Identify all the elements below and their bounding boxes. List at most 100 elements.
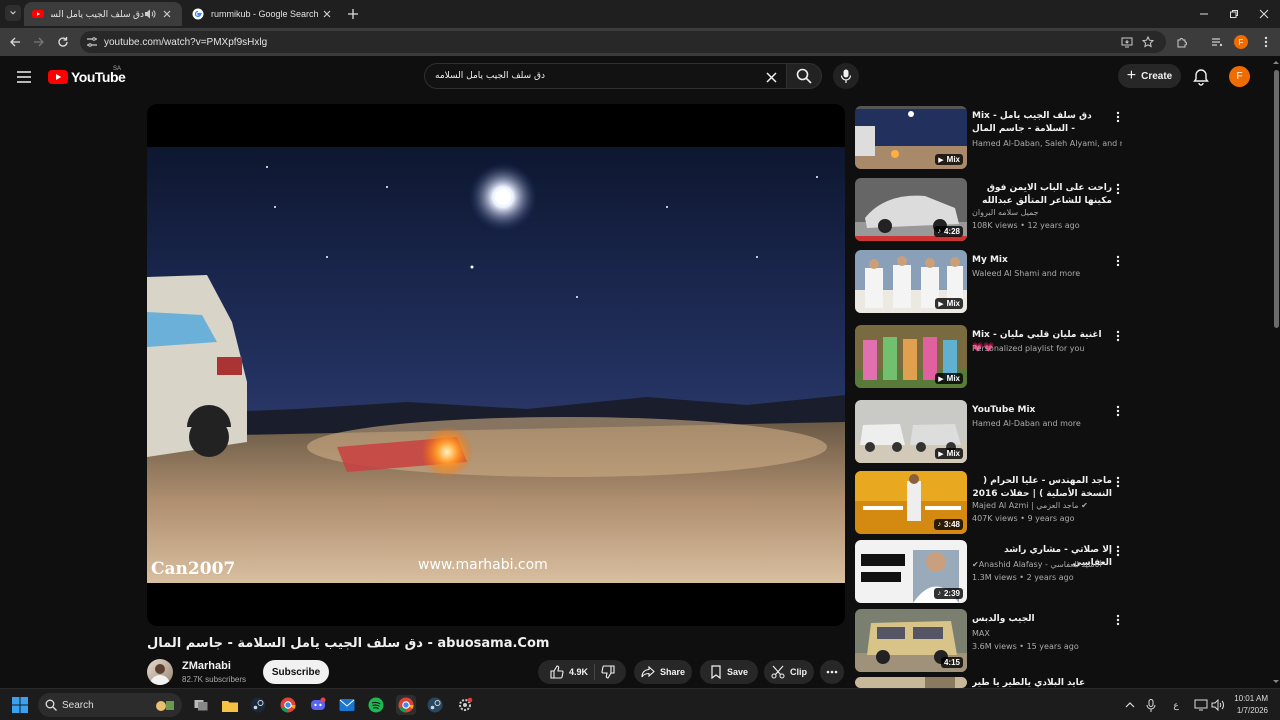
channel-name[interactable]: ZMarhabi <box>182 660 231 672</box>
system-clock[interactable]: 10:01 AM 1/7/2026 <box>1228 693 1268 717</box>
like-dislike-pill: 4.9K <box>538 660 626 684</box>
save-button[interactable]: Save <box>700 660 758 684</box>
dislike-button[interactable] <box>595 660 621 684</box>
list-item[interactable]: ♪ 2:39 إلا صلاتي - مشاري راشد العفاسي ✔An… <box>855 540 1127 606</box>
account-avatar[interactable]: F <box>1229 66 1250 87</box>
rec-title[interactable]: عايد البلادي يالطير يا طير السعد <box>972 677 1112 688</box>
rec-more-button[interactable] <box>1112 182 1124 196</box>
page-scrollbar[interactable] <box>1272 56 1280 688</box>
video-thumbnail[interactable]: ▶ Mix <box>855 325 967 388</box>
clip-label: Clip <box>790 667 807 677</box>
rec-title[interactable]: Mix - دق سلف الجيب يامل السلامة - جاسم ا… <box>972 110 1112 136</box>
minimize-button[interactable] <box>1196 6 1212 22</box>
rec-title[interactable]: راحت على الباب الايمن فوق مكينها للشاعر … <box>972 182 1112 208</box>
scrollbar-thumb[interactable] <box>1274 70 1279 328</box>
scroll-down-icon[interactable] <box>1272 678 1280 686</box>
restore-button[interactable] <box>1226 6 1242 22</box>
input-language[interactable]: ع <box>1168 697 1184 713</box>
cast-button[interactable] <box>1119 34 1135 50</box>
search-button[interactable] <box>786 63 822 89</box>
clip-button[interactable]: Clip <box>764 660 814 684</box>
save-label: Save <box>726 667 749 677</box>
plus-icon <box>348 9 358 19</box>
search-input[interactable] <box>435 68 755 84</box>
rec-more-button[interactable] <box>1112 613 1124 627</box>
rec-more-button[interactable] <box>1112 329 1124 343</box>
extensions-button[interactable] <box>1174 34 1190 50</box>
list-item[interactable]: ▶ Mix My Mix Waleed Al Shami and more <box>855 250 1127 316</box>
spotify-app[interactable] <box>366 695 386 715</box>
tab-close-icon[interactable] <box>160 7 174 21</box>
like-button[interactable]: 4.9K <box>544 660 594 684</box>
scroll-up-icon[interactable] <box>1272 58 1280 66</box>
voice-search-button[interactable] <box>833 63 859 89</box>
list-item[interactable]: ♪ 4:28 راحت على الباب الايمن فوق مكينها ل… <box>855 178 1127 244</box>
clear-search-button[interactable] <box>763 69 779 85</box>
share-button[interactable]: Share <box>634 660 692 684</box>
show-hidden-icons-button[interactable] <box>1122 697 1138 713</box>
channel-avatar[interactable] <box>147 659 173 685</box>
steam-app[interactable] <box>248 695 268 715</box>
profile-button[interactable]: F <box>1233 34 1249 50</box>
list-item[interactable]: عايد البلادي يالطير يا طير السعد <box>855 677 1127 688</box>
notifications-bell-icon[interactable] <box>1192 68 1210 86</box>
microphone-tray[interactable] <box>1143 697 1159 713</box>
rec-title[interactable]: YouTube Mix <box>972 404 1112 417</box>
steam-app-2[interactable] <box>425 695 445 715</box>
video-thumbnail[interactable]: ♪ 3:48 <box>855 471 967 534</box>
list-item[interactable]: ▶ Mix YouTube Mix Hamed Al-Daban and more <box>855 400 1127 466</box>
rec-more-button[interactable] <box>1112 404 1124 418</box>
list-item[interactable]: 4:15 الجيب والدبس MAX 3.6M views • 15 ye… <box>855 609 1127 675</box>
file-explorer-app[interactable] <box>220 695 240 715</box>
video-thumbnail[interactable]: ▶ Mix <box>855 106 967 169</box>
browser-menu-button[interactable] <box>1258 34 1274 50</box>
rec-title[interactable]: ماجد المهندس - عليا الحرام ( النسخة الأص… <box>972 475 1112 501</box>
video-thumbnail[interactable] <box>855 677 967 688</box>
settings-app[interactable] <box>455 695 475 715</box>
discord-app[interactable] <box>308 695 328 715</box>
create-button[interactable]: + Create <box>1118 64 1181 88</box>
close-window-button[interactable] <box>1256 6 1272 22</box>
reload-button[interactable] <box>55 34 71 50</box>
rec-title[interactable]: الجيب والدبس <box>972 613 1112 626</box>
rec-more-button[interactable] <box>1112 254 1124 268</box>
tab-search-button[interactable] <box>5 5 21 21</box>
volume-tray[interactable] <box>1210 697 1226 713</box>
forward-button[interactable] <box>31 34 47 50</box>
bookmark-star-button[interactable] <box>1140 34 1156 50</box>
music-note-icon: ♪ <box>937 521 941 528</box>
video-player[interactable]: Can2007 www.marhabi.com <box>147 104 845 626</box>
hamburger-menu-icon[interactable] <box>14 68 34 86</box>
rec-more-button[interactable] <box>1112 110 1124 124</box>
rec-title[interactable]: My Mix <box>972 254 1112 267</box>
chrome-app[interactable] <box>278 695 298 715</box>
video-thumbnail[interactable]: ♪ 4:28 <box>855 178 967 241</box>
video-thumbnail[interactable]: ♪ 2:39 <box>855 540 967 603</box>
list-item[interactable]: ♪ 3:48 ماجد المهندس - عليا الحرام ( النسخ… <box>855 471 1127 537</box>
tab-google-search[interactable]: rummikub - Google Search <box>184 2 342 26</box>
list-item[interactable]: ▶ Mix Mix - دق سلف الجيب يامل السلامة - ج… <box>855 106 1127 172</box>
subscribe-button[interactable]: Subscribe <box>263 660 329 684</box>
video-thumbnail[interactable]: ▶ Mix <box>855 250 967 313</box>
task-view-app[interactable] <box>191 695 211 715</box>
more-actions-button[interactable] <box>820 660 844 684</box>
site-info-icon[interactable] <box>86 36 98 48</box>
taskbar-search[interactable]: Search <box>38 693 182 717</box>
list-item[interactable]: ▶ Mix Mix - اغنية مليان قلبي مليان 💗💗 Per… <box>855 325 1127 391</box>
video-thumbnail[interactable]: 4:15 <box>855 609 967 672</box>
network-tray[interactable] <box>1193 697 1209 713</box>
back-button[interactable] <box>7 34 23 50</box>
mail-app[interactable] <box>337 695 357 715</box>
chrome-active-app[interactable] <box>396 695 416 715</box>
address-bar[interactable]: youtube.com/watch?v=PMXpf9sHxlg <box>80 31 1166 53</box>
video-thumbnail[interactable]: ▶ Mix <box>855 400 967 463</box>
new-tab-button[interactable] <box>345 6 361 22</box>
rec-more-button[interactable] <box>1112 544 1124 558</box>
search-highlight-icon <box>156 701 174 711</box>
reading-list-button[interactable] <box>1209 34 1225 50</box>
windows-start-icon[interactable] <box>12 697 28 713</box>
tab-close-icon[interactable] <box>320 7 334 21</box>
rec-more-button[interactable] <box>1112 475 1124 489</box>
tab-youtube[interactable]: دق سلف الجيب يامل السلامة <box>24 2 182 26</box>
audio-playing-icon[interactable] <box>144 8 156 20</box>
